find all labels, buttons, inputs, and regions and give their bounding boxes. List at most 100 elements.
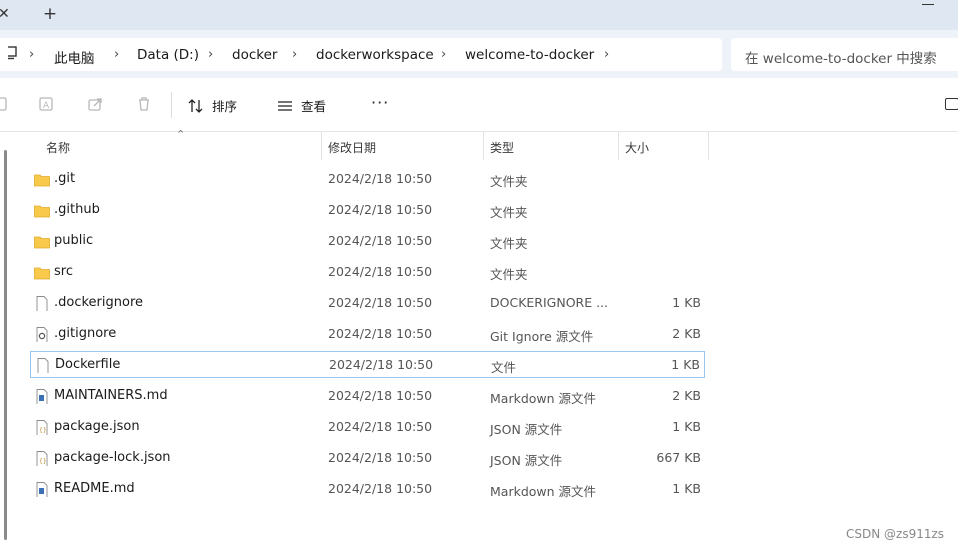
svg-text:{}: {}	[39, 458, 47, 465]
column-divider[interactable]	[618, 132, 619, 160]
column-divider[interactable]	[321, 132, 322, 160]
view-icon	[278, 100, 292, 111]
address-bar-row: › 此电脑 › Data (D:) › docker › dockerworks…	[0, 30, 958, 78]
sort-ascending-icon: ⌃	[176, 128, 186, 141]
more-options-button[interactable]: ···	[371, 93, 389, 112]
toolbar-divider	[171, 92, 172, 118]
column-header-type[interactable]: 类型	[490, 139, 514, 156]
json-file-icon: {}	[34, 451, 50, 467]
file-size: 1 KB	[672, 419, 701, 434]
file-row[interactable]: .github 2024/2/18 10:50 文件夹	[30, 197, 705, 224]
breadcrumb-this-pc[interactable]: 此电脑	[54, 47, 95, 67]
breadcrumb-chevron-icon: ›	[208, 47, 214, 62]
file-name: src	[54, 264, 73, 279]
file-modified-date: 2024/2/18 10:50	[328, 264, 433, 279]
delete-icon[interactable]	[136, 96, 152, 112]
file-row[interactable]: .gitignore 2024/2/18 10:50 Git Ignore 源文件 2…	[30, 321, 705, 348]
file-type: Git Ignore 源文件	[490, 329, 594, 344]
file-size: 667 KB	[656, 450, 701, 465]
folder-icon	[34, 203, 50, 218]
breadcrumb-chevron-icon[interactable]: ›	[604, 47, 609, 62]
sort-label: 排序	[212, 99, 238, 114]
column-header-date[interactable]: 修改日期	[328, 139, 376, 156]
file-name: .git	[54, 171, 76, 186]
file-type: JSON 源文件	[490, 422, 563, 437]
scrollbar-thumb[interactable]	[4, 150, 7, 540]
column-divider[interactable]	[708, 132, 709, 160]
column-header-size[interactable]: 大小	[625, 139, 649, 156]
file-modified-date: 2024/2/18 10:50	[328, 450, 433, 465]
file-row[interactable]: README.md 2024/2/18 10:50 Markdown 源文件 1 KB	[30, 476, 705, 503]
share-icon[interactable]	[88, 96, 104, 112]
file-size: 2 KB	[672, 388, 701, 403]
file-row[interactable]: {} package.json 2024/2/18 10:50 JSON 源文件 1 K…	[30, 414, 705, 441]
close-icon[interactable]: ✕	[0, 5, 16, 23]
rename-icon[interactable]: A	[39, 96, 55, 112]
breadcrumb-chevron-icon: ›	[441, 47, 447, 62]
watermark-text: CSDN @zs911zs	[846, 527, 945, 541]
file-type: DOCKERIGNORE ...	[490, 295, 609, 310]
file-type: 文件夹	[490, 236, 528, 251]
file-type: Markdown 源文件	[490, 484, 597, 499]
file-modified-date: 2024/2/18 10:50	[328, 419, 433, 434]
file-name: .github	[54, 202, 100, 217]
column-divider[interactable]	[483, 132, 484, 160]
folder-icon	[34, 265, 50, 280]
file-row[interactable]: public 2024/2/18 10:50 文件夹	[30, 228, 705, 255]
file-modified-date: 2024/2/18 10:50	[328, 481, 433, 496]
file-row[interactable]: .git 2024/2/18 10:50 文件夹	[30, 166, 705, 193]
file-modified-date: 2024/2/18 10:50	[328, 295, 433, 310]
file-modified-date: 2024/2/18 10:50	[328, 233, 433, 248]
file-modified-date: 2024/2/18 10:50	[328, 326, 433, 341]
svg-text:A: A	[43, 101, 50, 111]
navigation-pane-edge	[0, 132, 14, 549]
breadcrumb-chevron-icon: ›	[292, 47, 298, 62]
file-size: 2 KB	[672, 326, 701, 341]
new-tab-button[interactable]: +	[40, 4, 60, 24]
sort-button[interactable]: 排序	[188, 96, 237, 115]
minimize-button[interactable]	[918, 0, 938, 10]
file-size: 1 KB	[671, 357, 700, 372]
markdown-file-icon	[34, 389, 50, 405]
view-label: 查看	[301, 99, 327, 114]
breadcrumb-data-drive[interactable]: Data (D:)	[137, 47, 199, 63]
file-modified-date: 2024/2/18 10:50	[328, 202, 433, 217]
file-name: MAINTAINERS.md	[54, 388, 168, 403]
computer-icon	[8, 46, 17, 60]
details-pane-icon[interactable]	[945, 98, 958, 110]
file-name: README.md	[54, 481, 135, 496]
file-name: .gitignore	[54, 326, 117, 341]
search-placeholder: 在 welcome-to-docker 中搜索	[745, 51, 937, 67]
copy-icon[interactable]	[0, 96, 10, 112]
folder-icon	[34, 234, 50, 249]
file-name: public	[54, 233, 94, 248]
file-icon	[35, 358, 51, 374]
file-name: package-lock.json	[54, 450, 171, 465]
breadcrumb-docker[interactable]: docker	[232, 47, 277, 63]
svg-text:{}: {}	[39, 427, 47, 434]
file-row[interactable]: Dockerfile 2024/2/18 10:50 文件 1 KB	[30, 351, 705, 378]
file-name: .dockerignore	[54, 295, 144, 310]
settings-file-icon	[34, 327, 50, 343]
file-type: JSON 源文件	[490, 453, 563, 468]
file-row[interactable]: .dockerignore 2024/2/18 10:50 DOCKERIGNORE…	[30, 290, 705, 317]
breadcrumb-chevron-icon: ›	[114, 47, 120, 62]
json-file-icon: {}	[34, 420, 50, 436]
file-row[interactable]: {} package-lock.json 2024/2/18 10:50 JSON 源…	[30, 445, 705, 472]
file-size: 1 KB	[672, 295, 701, 310]
file-modified-date: 2024/2/18 10:50	[328, 171, 433, 186]
file-type: 文件夹	[490, 174, 528, 189]
file-name: package.json	[54, 419, 140, 434]
markdown-file-icon	[34, 482, 50, 498]
sort-icon	[188, 98, 203, 113]
file-type: Markdown 源文件	[490, 391, 597, 406]
view-button[interactable]: 查看	[277, 96, 326, 115]
breadcrumb-welcome-to-docker[interactable]: welcome-to-docker	[465, 47, 594, 63]
breadcrumb-dockerworkspace[interactable]: dockerworkspace	[316, 47, 434, 63]
file-row[interactable]: src 2024/2/18 10:50 文件夹	[30, 259, 705, 286]
folder-icon	[34, 172, 50, 187]
file-type: 文件夹	[490, 267, 528, 282]
file-icon	[34, 296, 50, 312]
file-row[interactable]: MAINTAINERS.md 2024/2/18 10:50 Markdown 源文…	[30, 383, 705, 410]
column-header-name[interactable]: 名称	[46, 139, 70, 156]
